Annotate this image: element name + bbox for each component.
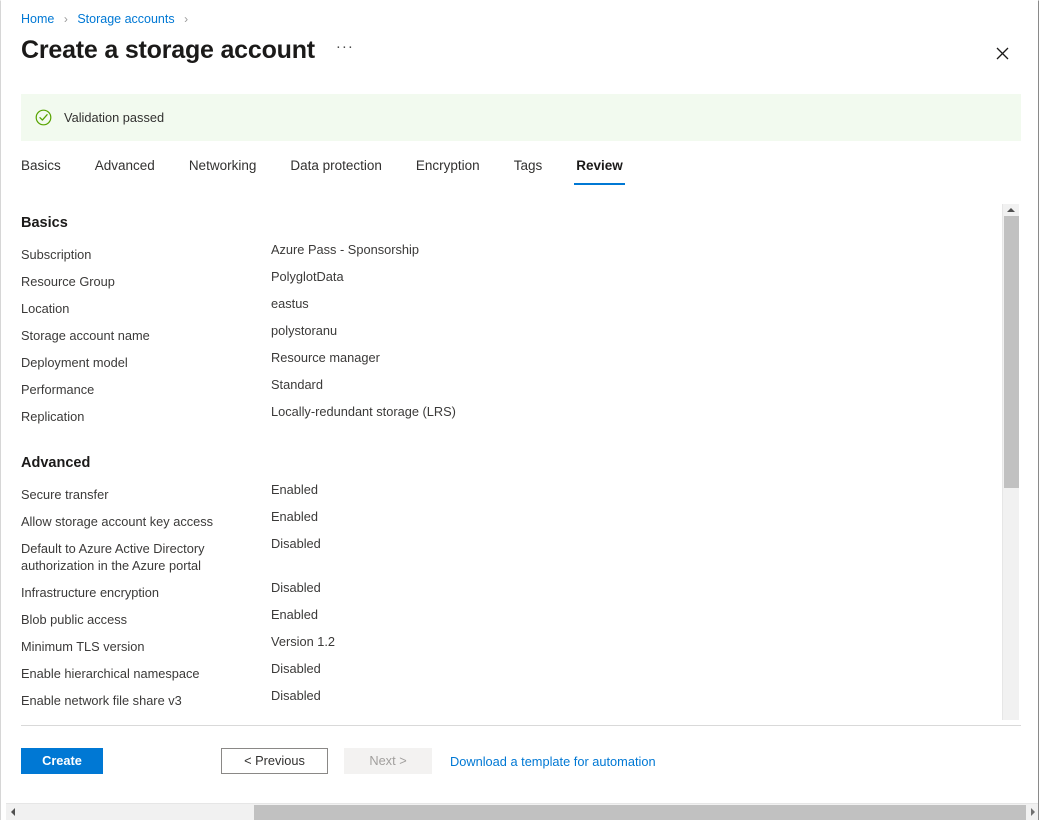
scroll-left-arrow-icon[interactable] [6, 804, 19, 820]
create-button[interactable]: Create [21, 748, 103, 774]
page-title: Create a storage account [21, 34, 315, 66]
triangle-right-icon [1031, 808, 1035, 816]
row-label: Secure transfer [1, 486, 271, 513]
advanced-summary-table: Secure transfer Enabled Allow storage ac… [1, 486, 997, 719]
wizard-footer: Create < Previous Next > Download a temp… [1, 748, 1039, 776]
row-value-text: Disabled [271, 660, 997, 677]
section-basics: Basics Subscription Azure Pass - Sponsor… [1, 213, 997, 435]
wizard-tabs: Basics Advanced Networking Data protecti… [1, 153, 1039, 189]
breadcrumb: Home › Storage accounts › [21, 10, 194, 28]
row-value-text: Disabled [271, 687, 997, 704]
validation-banner: Validation passed [21, 94, 1021, 141]
vertical-scrollbar-thumb[interactable] [1004, 216, 1019, 488]
row-value-text: Version 1.2 [271, 633, 997, 650]
section-advanced: Advanced Secure transfer Enabled Allow s… [1, 453, 997, 719]
more-options-icon[interactable]: ··· [333, 36, 357, 64]
row-value-text: Enabled [271, 508, 997, 525]
row-label: Resource Group [1, 273, 271, 300]
row-value-text: Standard [271, 376, 997, 393]
row-value-text: Locally-redundant storage (LRS) [271, 403, 997, 420]
footer-divider [21, 725, 1021, 726]
row-label: Default to Azure Active Directory author… [1, 540, 271, 584]
tab-networking[interactable]: Networking [189, 153, 257, 185]
check-circle-icon [35, 109, 52, 126]
row-label: Replication [1, 408, 271, 435]
row-value-text: Enabled [271, 606, 997, 623]
triangle-up-icon [1007, 208, 1015, 212]
tab-encryption[interactable]: Encryption [416, 153, 480, 185]
table-row: Enable network file share v3 Disabled [1, 692, 997, 719]
row-label: Performance [1, 381, 271, 408]
table-row: Replication Locally-redundant storage (L… [1, 408, 997, 435]
row-value: Disabled [271, 540, 997, 584]
row-value-text: Disabled [271, 579, 997, 596]
validation-banner-text: Validation passed [64, 109, 164, 127]
row-label: Minimum TLS version [1, 638, 271, 665]
content-vertical-scrollbar[interactable] [1002, 204, 1019, 720]
breadcrumb-separator-icon: › [64, 12, 68, 26]
tab-review[interactable]: Review [576, 153, 623, 185]
basics-summary-table: Subscription Azure Pass - Sponsorship Re… [1, 246, 997, 435]
row-value-text: Disabled [271, 535, 997, 552]
row-value-text: Enabled [271, 481, 997, 498]
breadcrumb-item-storage-accounts[interactable]: Storage accounts [77, 12, 174, 26]
previous-button[interactable]: < Previous [221, 748, 328, 774]
page-horizontal-scrollbar[interactable] [6, 803, 1039, 820]
tab-tags[interactable]: Tags [514, 153, 543, 185]
tab-advanced[interactable]: Advanced [95, 153, 155, 185]
row-label: Blob public access [1, 611, 271, 638]
tab-basics[interactable]: Basics [21, 153, 61, 185]
triangle-left-icon [11, 808, 15, 816]
row-label: Enable network file share v3 [1, 692, 271, 719]
row-value: Locally-redundant storage (LRS) [271, 408, 997, 435]
section-title-basics: Basics [21, 213, 997, 233]
row-value-text: polystoranu [271, 322, 997, 339]
row-value-text: Resource manager [271, 349, 997, 366]
next-button: Next > [344, 748, 432, 774]
breadcrumb-item-home[interactable]: Home [21, 12, 54, 26]
tab-data-protection[interactable]: Data protection [290, 153, 382, 185]
create-storage-account-blade: Home › Storage accounts › Create a stora… [0, 0, 1039, 820]
download-template-link[interactable]: Download a template for automation [450, 753, 656, 770]
row-value: Disabled [271, 692, 997, 719]
row-label: Location [1, 300, 271, 327]
breadcrumb-separator-icon-2: › [184, 12, 188, 26]
review-summary-content: Basics Subscription Azure Pass - Sponsor… [1, 199, 997, 719]
row-label: Subscription [1, 246, 271, 273]
row-value-text: Azure Pass - Sponsorship [271, 241, 997, 258]
row-value-text: PolyglotData [271, 268, 997, 285]
row-label: Deployment model [1, 354, 271, 381]
close-icon[interactable] [988, 39, 1016, 67]
section-title-advanced: Advanced [21, 453, 997, 473]
scroll-right-arrow-icon[interactable] [1026, 804, 1039, 820]
title-row: Create a storage account ··· [21, 34, 357, 66]
row-label: Allow storage account key access [1, 513, 271, 540]
row-label: Enable hierarchical namespace [1, 665, 271, 692]
row-label: Storage account name [1, 327, 271, 354]
table-row: Default to Azure Active Directory author… [1, 540, 997, 584]
scroll-up-arrow-icon[interactable] [1003, 204, 1019, 216]
row-value-text: eastus [271, 295, 997, 312]
horizontal-scrollbar-thumb[interactable] [254, 805, 1026, 820]
row-label: Infrastructure encryption [1, 584, 271, 611]
